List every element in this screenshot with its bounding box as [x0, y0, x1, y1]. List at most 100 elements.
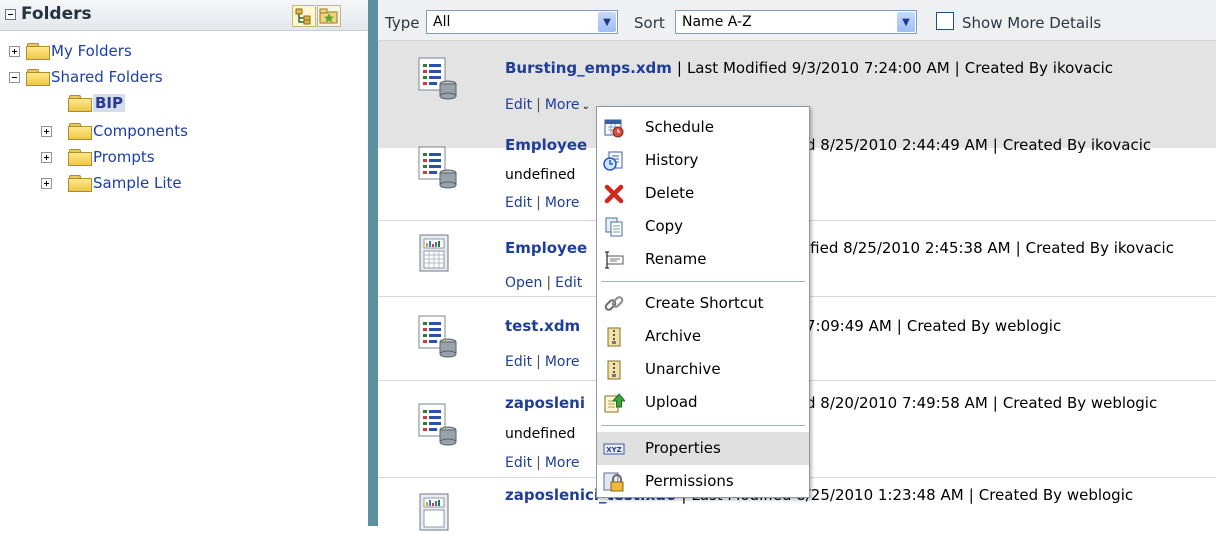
- expand-icon[interactable]: [41, 125, 52, 137]
- expand-icon[interactable]: [41, 151, 52, 163]
- tree-item-label[interactable]: Sample Lite: [93, 174, 182, 192]
- chevron-down-icon[interactable]: ⌄: [582, 101, 590, 112]
- tree-item-sample-lite[interactable]: Sample Lite: [41, 172, 182, 194]
- data-model-icon: [418, 315, 457, 358]
- expand-icon[interactable]: [41, 177, 52, 189]
- menu-item-label: Copy: [645, 217, 684, 235]
- item-title-line: Employee: [505, 239, 587, 257]
- folder-icon: [68, 122, 92, 140]
- chain-link-icon: [604, 296, 624, 311]
- menu-item-rename[interactable]: Rename: [597, 243, 809, 276]
- more-context-menu: Schedule History Delete Copy Rename Crea…: [596, 106, 810, 498]
- more-link[interactable]: More: [545, 354, 580, 370]
- item-created-by: Created By ikovacic: [1025, 239, 1174, 257]
- type-select-value: All: [433, 14, 451, 30]
- sort-label: Sort: [634, 14, 665, 32]
- more-link[interactable]: More: [545, 195, 580, 211]
- data-model-icon: [418, 146, 457, 189]
- folder-icon: [68, 174, 92, 192]
- menu-item-label: Create Shortcut: [645, 294, 764, 312]
- menu-item-properties[interactable]: XYZ Properties: [597, 432, 809, 465]
- item-description: undefined: [505, 167, 576, 183]
- more-link[interactable]: More: [545, 455, 580, 471]
- item-actions: Edit | More: [505, 195, 580, 211]
- copy-icon: [605, 217, 623, 237]
- folders-collapse-icon[interactable]: [5, 9, 16, 20]
- history-icon: [603, 151, 623, 171]
- data-model-icon: [418, 57, 457, 100]
- delete-icon: [604, 184, 624, 204]
- menu-item-permissions[interactable]: Permissions: [597, 465, 809, 498]
- open-link[interactable]: Open: [505, 275, 542, 291]
- menu-item-label: Unarchive: [645, 360, 721, 378]
- open-folder-icon: [26, 68, 50, 86]
- item-created-by: Created By ikovacic: [1002, 136, 1152, 154]
- item-meta: d 8/25/2010 2:44:49 AM | Created By ikovac…: [806, 136, 1152, 154]
- unarchive-icon: [607, 360, 621, 380]
- menu-separator: [601, 425, 805, 426]
- item-description: undefined: [505, 426, 576, 442]
- menu-item-copy[interactable]: Copy: [597, 210, 809, 243]
- item-created-by: Created By weblogic: [906, 317, 1062, 335]
- edit-link[interactable]: Edit: [505, 195, 532, 211]
- menu-item-label: Rename: [645, 250, 707, 268]
- tree-item-label[interactable]: Shared Folders: [51, 68, 163, 86]
- menu-item-label: Permissions: [645, 472, 734, 490]
- item-modified: Last Modified 9/3/2010 7:24:00 AM: [686, 59, 950, 77]
- report-icon: [419, 234, 449, 272]
- item-actions: Edit | More: [505, 354, 580, 370]
- tree-view-icon: [295, 8, 311, 25]
- menu-item-unarchive[interactable]: Unarchive: [597, 353, 809, 386]
- type-select[interactable]: All ▼: [426, 10, 618, 34]
- pane-splitter[interactable]: [368, 0, 378, 526]
- tree-view-button[interactable]: [292, 5, 316, 27]
- menu-item-delete[interactable]: Delete: [597, 177, 809, 210]
- tree-item-my-folders[interactable]: My Folders: [9, 40, 132, 62]
- data-model-icon: [418, 403, 457, 446]
- tree-item-shared-folders[interactable]: Shared Folders: [9, 66, 163, 88]
- chevron-down-icon[interactable]: ▼: [598, 12, 616, 32]
- item-name-link[interactable]: Employee: [505, 239, 587, 257]
- item-name-link[interactable]: zaposleni: [505, 394, 585, 412]
- menu-item-create-shortcut[interactable]: Create Shortcut: [597, 287, 809, 320]
- folder-icon: [68, 94, 92, 112]
- menu-item-schedule[interactable]: Schedule: [597, 111, 809, 144]
- menu-item-history[interactable]: History: [597, 144, 809, 177]
- tree-item-label[interactable]: Prompts: [93, 148, 155, 166]
- tree-item-label[interactable]: BIP: [93, 94, 126, 112]
- item-name-link[interactable]: Employee: [505, 136, 587, 154]
- menu-item-upload[interactable]: Upload: [597, 386, 809, 419]
- tree-item-label[interactable]: Components: [93, 122, 188, 140]
- expand-icon[interactable]: [9, 45, 20, 57]
- schedule-icon: [604, 119, 624, 138]
- edit-link[interactable]: Edit: [555, 275, 582, 291]
- item-title-line: zaposleni: [505, 394, 585, 412]
- tree-item-prompts[interactable]: Prompts: [41, 146, 155, 168]
- item-name-link[interactable]: test.xdm: [505, 317, 580, 335]
- edit-link[interactable]: Edit: [505, 455, 532, 471]
- tree-item-bip[interactable]: BIP: [68, 92, 126, 114]
- item-created-by: Created By weblogic: [978, 486, 1134, 504]
- item-name-link[interactable]: Bursting_emps.xdm: [505, 59, 672, 77]
- item-title-line: test.xdm: [505, 317, 580, 335]
- menu-item-archive[interactable]: Archive: [597, 320, 809, 353]
- properties-icon: XYZ: [603, 443, 625, 455]
- sort-select-value: Name A-Z: [682, 14, 752, 30]
- item-title-line: Bursting_emps.xdm | Last Modified 9/3/2010…: [505, 59, 1114, 77]
- item-meta: ified 8/25/2010 2:45:38 AM | Created By ik…: [806, 239, 1174, 257]
- edit-link[interactable]: Edit: [505, 354, 532, 370]
- item-meta: d 8/20/2010 7:49:58 AM | Created By weblog…: [806, 394, 1158, 412]
- tree-item-label[interactable]: My Folders: [51, 42, 132, 60]
- rename-icon: [605, 251, 624, 269]
- chevron-down-icon[interactable]: ▼: [897, 12, 915, 32]
- sort-select[interactable]: Name A-Z ▼: [675, 10, 917, 34]
- type-label: Type: [385, 14, 420, 32]
- item-meta: 7:09:49 AM | Created By weblogic: [806, 317, 1062, 335]
- more-link[interactable]: More: [545, 97, 580, 113]
- tree-item-components[interactable]: Components: [41, 120, 188, 142]
- favorites-view-button[interactable]: [317, 5, 341, 27]
- menu-separator: [601, 281, 805, 282]
- edit-link[interactable]: Edit: [505, 97, 532, 113]
- collapse-icon[interactable]: [9, 71, 20, 83]
- show-more-details-checkbox[interactable]: [936, 12, 954, 30]
